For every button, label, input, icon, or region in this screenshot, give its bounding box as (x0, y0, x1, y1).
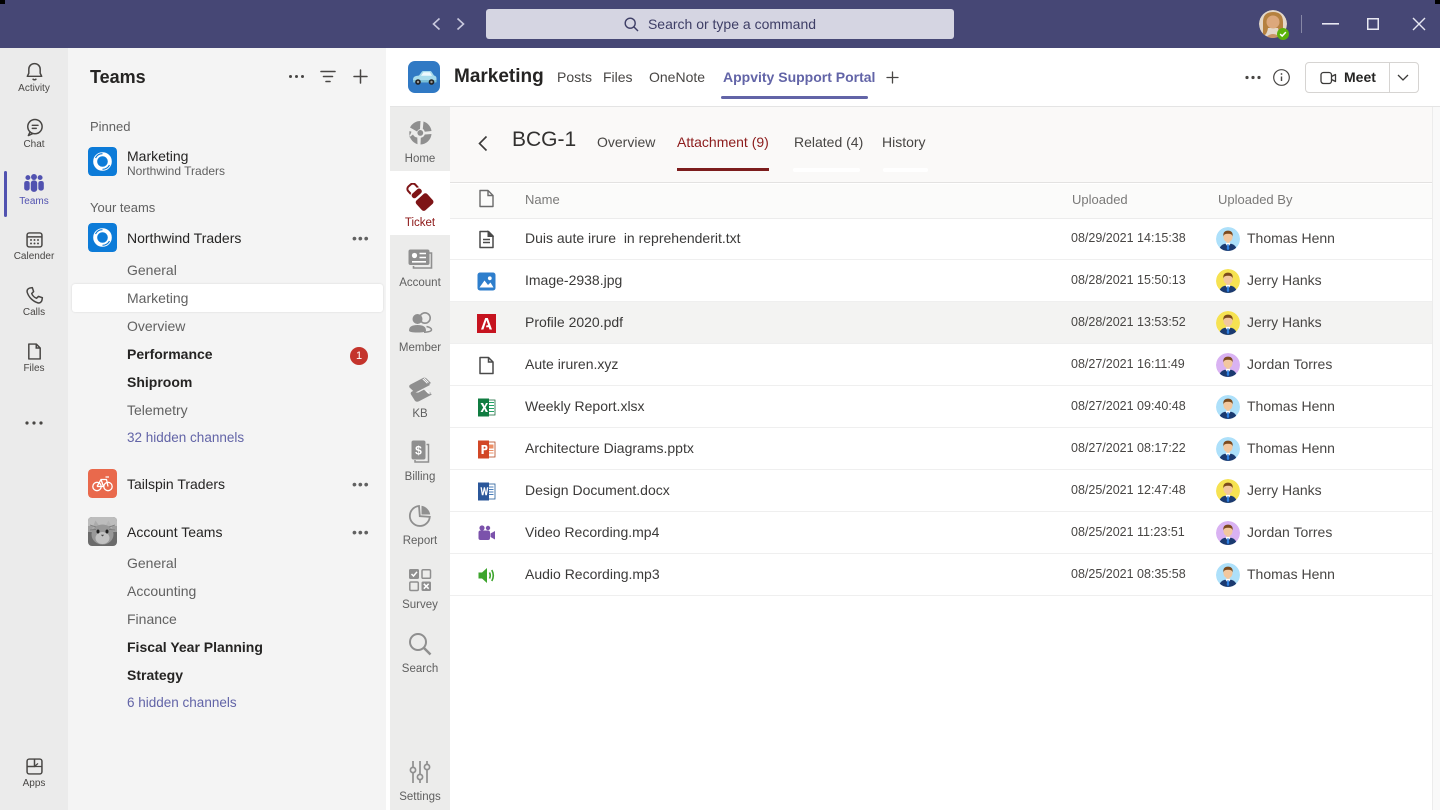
svg-text:$: $ (415, 444, 422, 458)
